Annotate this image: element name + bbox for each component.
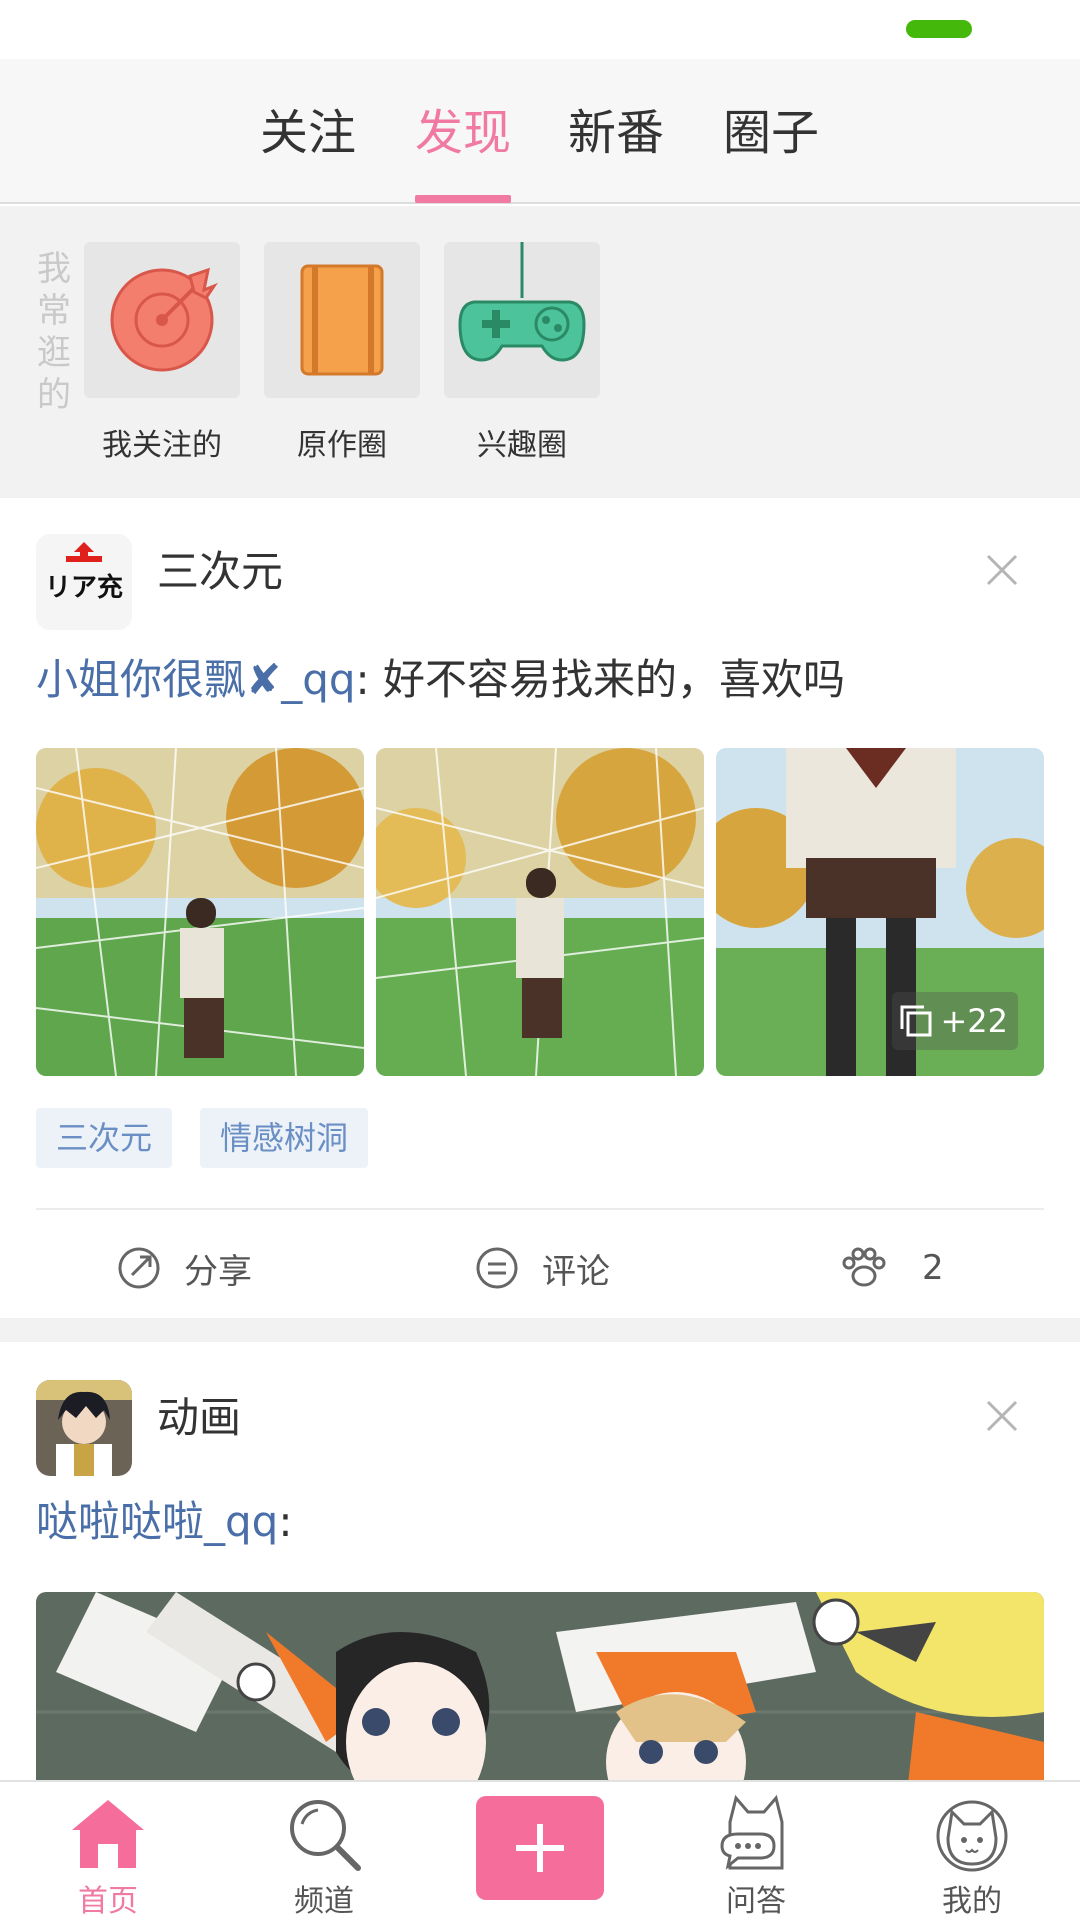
channel-avatar[interactable]: リア充: [36, 534, 132, 630]
nav-mine[interactable]: 我的: [892, 1782, 1052, 1920]
battery-indicator: [906, 20, 972, 38]
nav-qa[interactable]: 问答: [676, 1782, 836, 1920]
post-card[interactable]: 动画 哒啦哒啦_qq:: [0, 1342, 1080, 1782]
share-label: 分享: [184, 1251, 252, 1292]
search-icon: [290, 1800, 361, 1871]
tab-circles[interactable]: 圈子: [711, 103, 831, 163]
frequent-visits-label: 我常逛的: [37, 249, 71, 415]
gallery-icon: [900, 1005, 932, 1037]
target-icon: [84, 242, 240, 398]
paw-icon: [842, 1247, 886, 1287]
nav-channels[interactable]: 频道: [244, 1782, 404, 1920]
cat-face-icon: [936, 1800, 1008, 1872]
divider: [36, 1208, 1044, 1210]
more-photos-count: +22: [940, 1002, 1008, 1040]
like-button[interactable]: 2: [840, 1238, 944, 1298]
post-text: 好不容易找来的，喜欢吗: [369, 655, 846, 704]
shortcut-label: 原作圈: [297, 428, 387, 463]
shortcut-label: 我关注的: [102, 428, 222, 463]
plus-icon: [516, 1824, 564, 1872]
post-tag[interactable]: 情感树洞: [200, 1108, 369, 1168]
nav-label: 我的: [942, 1884, 1002, 1919]
nav-label: 首页: [78, 1884, 138, 1919]
top-tab-bar: 关注 发现 新番 圈子: [0, 59, 1080, 204]
notebook-icon: [264, 242, 420, 398]
nav-label: 频道: [294, 1884, 354, 1919]
home-icon: [72, 1800, 144, 1868]
close-icon[interactable]: [982, 1396, 1022, 1436]
tab-new-anime[interactable]: 新番: [556, 103, 676, 163]
comment-icon: [476, 1247, 518, 1289]
close-icon[interactable]: [982, 550, 1022, 590]
comment-button[interactable]: 评论: [474, 1238, 610, 1298]
card-separator: [0, 1318, 1080, 1342]
more-photos-badge[interactable]: +22: [892, 992, 1018, 1050]
post-author[interactable]: 哒啦哒啦_qq: [36, 1497, 278, 1546]
active-tab-indicator: [415, 195, 511, 203]
comment-label: 评论: [542, 1251, 610, 1292]
post-photo[interactable]: +22: [716, 748, 1044, 1076]
nav-home[interactable]: 首页: [28, 1782, 188, 1920]
frequent-visits-section: 我常逛的 我关注的 原作圈 兴趣圈: [0, 206, 1080, 498]
status-bar: [0, 0, 1080, 59]
cat-chat-icon: [720, 1794, 784, 1870]
post-separator: :: [355, 655, 370, 704]
post-content[interactable]: 小姐你很飘✘_qq: 好不容易找来的，喜欢吗: [36, 652, 845, 708]
gamepad-icon: [444, 242, 600, 398]
post-card[interactable]: リア充 三次元 小姐你很飘✘_qq: 好不容易找来的，喜欢吗 +22 三次元 情…: [0, 498, 1080, 1318]
post-separator: :: [278, 1497, 293, 1546]
add-post-button[interactable]: [476, 1796, 604, 1900]
post-photo[interactable]: [36, 748, 364, 1076]
tab-discover[interactable]: 发现: [403, 103, 523, 163]
channel-name[interactable]: 动画: [157, 1392, 241, 1444]
shortcut-original-works[interactable]: 原作圈: [264, 242, 420, 464]
post-tag[interactable]: 三次元: [36, 1108, 173, 1168]
post-photo[interactable]: [376, 748, 704, 1076]
post-image[interactable]: [36, 1592, 1044, 1782]
shortcut-interest-circles[interactable]: 兴趣圈: [444, 242, 600, 464]
channel-name[interactable]: 三次元: [157, 546, 283, 598]
shortcut-following[interactable]: 我关注的: [84, 242, 240, 464]
post-content[interactable]: 哒啦哒啦_qq:: [36, 1494, 292, 1550]
nav-label: 问答: [726, 1884, 786, 1919]
share-button[interactable]: 分享: [116, 1238, 252, 1298]
bottom-nav: 首页 频道 问答 我的: [0, 1780, 1080, 1920]
share-icon: [118, 1247, 160, 1289]
tab-follow[interactable]: 关注: [248, 103, 368, 163]
avatar-logo-text: リア充: [45, 572, 123, 603]
shortcut-label: 兴趣圈: [477, 428, 567, 463]
like-count: 2: [922, 1248, 944, 1288]
post-author[interactable]: 小姐你很飘✘_qq: [36, 655, 356, 704]
channel-avatar[interactable]: [36, 1380, 132, 1476]
